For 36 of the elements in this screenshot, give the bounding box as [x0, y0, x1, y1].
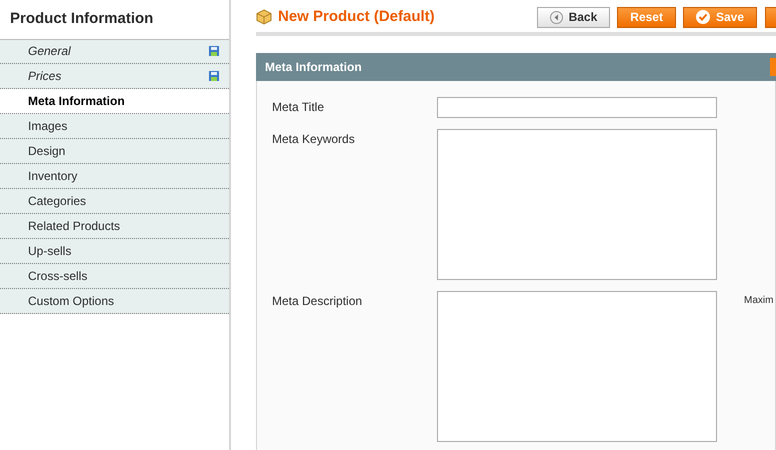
sidebar-tab[interactable]: Inventory: [0, 164, 229, 188]
sidebar-tab[interactable]: Related Products: [0, 214, 229, 238]
tab-label: Cross-sells: [28, 268, 88, 284]
sidebar-tab[interactable]: Custom Options: [0, 288, 229, 314]
tab-label: Inventory: [28, 168, 78, 184]
tab-label: General: [28, 43, 71, 60]
partial-button[interactable]: [765, 6, 776, 28]
tab-label: Categories: [28, 192, 86, 210]
field-label: Meta Keywords: [272, 131, 356, 148]
tab-label: Design: [28, 142, 66, 160]
sidebar-tab[interactable]: Images: [0, 114, 229, 138]
input-field[interactable]: [437, 97, 717, 118]
sidebar-tab[interactable]: Prices: [0, 64, 229, 88]
tab-label: Prices: [28, 68, 62, 84]
tab-label: Meta Information: [28, 92, 125, 110]
field-label: Meta Title: [272, 99, 326, 116]
tab-label: Custom Options: [28, 292, 114, 310]
sidebar-tab[interactable]: Categories: [0, 188, 229, 214]
page-title: New Product (Default): [278, 6, 436, 27]
text-area[interactable]: [437, 129, 717, 280]
checkmark-icon: [696, 10, 710, 24]
text-area[interactable]: [437, 291, 717, 442]
sidebar-tab[interactable]: Design: [0, 138, 229, 164]
tab-label: Images: [28, 118, 68, 134]
field-label: Meta Description: [272, 293, 364, 310]
sidebar-tab[interactable]: Cross-sells: [0, 264, 229, 288]
section-title: Meta Information: [265, 59, 362, 76]
back-button[interactable]: Back: [536, 6, 610, 28]
sidebar-tab[interactable]: Up-sells: [0, 238, 229, 264]
tab-label: Related Products: [28, 218, 120, 234]
tab-label: Up-sells: [28, 242, 72, 260]
box-icon: [256, 9, 272, 25]
field-note: Maxim: [744, 294, 774, 308]
sidebar-tab[interactable]: General: [0, 38, 229, 64]
sidebar-title: Product Information: [9, 9, 154, 29]
sidebar-tab[interactable]: Meta Information: [0, 88, 229, 114]
